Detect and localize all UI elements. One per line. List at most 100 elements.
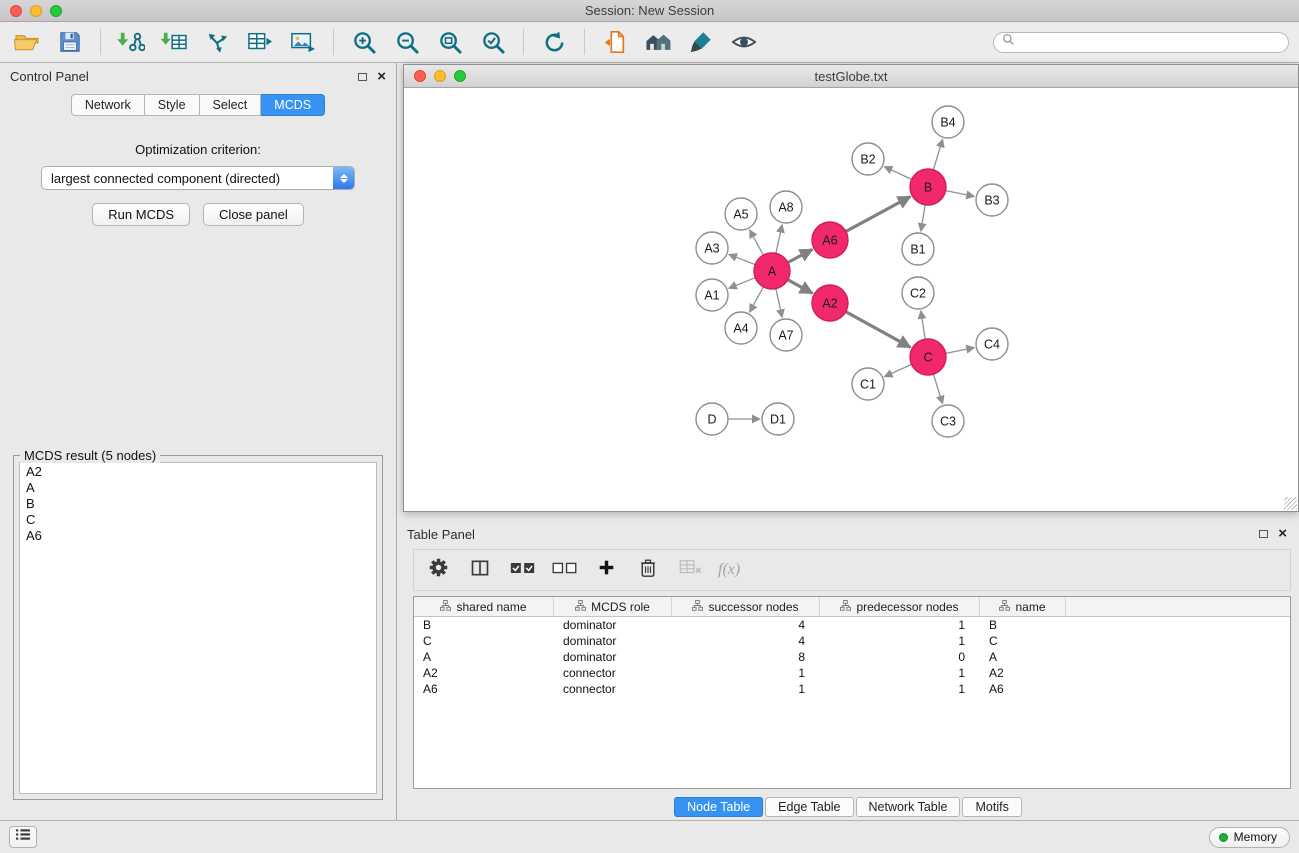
column-header-mcds-role[interactable]: MCDS role xyxy=(554,597,672,616)
eye-icon xyxy=(730,30,758,54)
network-graph[interactable]: B4B2BB3A5A8A6A3B1AC2A1A2A4A7C4CC1C3DD1 xyxy=(404,88,1298,510)
deselect-all-button[interactable] xyxy=(550,555,578,585)
edge-A-A8[interactable] xyxy=(776,225,782,254)
tab-style[interactable]: Style xyxy=(145,94,200,116)
edge-A-A4[interactable] xyxy=(750,287,764,312)
image-icon xyxy=(290,30,316,54)
column-header-predecessor-nodes[interactable]: predecessor nodes xyxy=(820,597,980,616)
result-item[interactable]: A2 xyxy=(26,464,370,480)
tab-select[interactable]: Select xyxy=(200,94,262,116)
tab-motifs[interactable]: Motifs xyxy=(962,797,1021,817)
tab-network[interactable]: Network xyxy=(71,94,145,116)
table-cell: 1 xyxy=(820,666,980,680)
table-row[interactable]: Adominator80A xyxy=(414,649,1290,665)
tab-node-table[interactable]: Node Table xyxy=(674,797,763,817)
delete-column-button[interactable] xyxy=(634,555,662,585)
horizontal-splitter[interactable] xyxy=(397,512,1299,521)
edge-C-C3[interactable] xyxy=(933,374,942,404)
node-label-D: D xyxy=(707,413,716,427)
trash-icon xyxy=(639,558,657,583)
edge-C-C4[interactable] xyxy=(946,348,975,354)
apply-layout-button[interactable] xyxy=(537,26,571,58)
import-network-file-button[interactable] xyxy=(114,26,148,58)
result-item[interactable]: A xyxy=(26,480,370,496)
table-cell: B xyxy=(414,618,554,632)
node-label-B4: B4 xyxy=(940,116,955,130)
edge-B-B4[interactable] xyxy=(933,139,942,170)
edge-A-A3[interactable] xyxy=(729,254,755,264)
search-input[interactable] xyxy=(1020,35,1280,49)
refresh-icon xyxy=(542,30,567,55)
network-canvas[interactable]: B4B2BB3A5A8A6A3B1AC2A1A2A4A7C4CC1C3DD1 xyxy=(404,88,1298,511)
export-document-button[interactable] xyxy=(598,26,632,58)
edge-A-A6[interactable] xyxy=(788,249,812,262)
close-panel-button[interactable]: Close panel xyxy=(203,203,304,226)
table-row[interactable]: Cdominator41C xyxy=(414,633,1290,649)
zoom-selected-button[interactable] xyxy=(476,26,510,58)
float-panel-icon[interactable] xyxy=(358,73,367,81)
edge-A6-B[interactable] xyxy=(846,197,911,232)
tab-mcds[interactable]: MCDS xyxy=(261,94,325,116)
close-panel-icon[interactable]: × xyxy=(377,72,386,82)
node-label-C4: C4 xyxy=(984,338,1000,352)
edge-A-A5[interactable] xyxy=(750,230,764,255)
toolbar-separator xyxy=(584,29,585,55)
table-cell: 1 xyxy=(672,666,820,680)
export-image-button[interactable] xyxy=(286,26,320,58)
edge-B-B3[interactable] xyxy=(946,191,975,197)
column-header-shared-name[interactable]: shared name xyxy=(414,597,554,616)
open-session-button[interactable] xyxy=(10,26,44,58)
table-cell: 4 xyxy=(672,634,820,648)
control-panel-header: Control Panel × xyxy=(0,63,396,90)
new-table-button[interactable] xyxy=(243,26,277,58)
table-cell: 1 xyxy=(672,682,820,696)
edge-B-B1[interactable] xyxy=(921,205,925,231)
add-column-button[interactable] xyxy=(592,555,620,585)
import-table-file-button[interactable] xyxy=(157,26,191,58)
run-mcds-button[interactable]: Run MCDS xyxy=(92,203,190,226)
show-columns-button[interactable] xyxy=(466,555,494,585)
result-item[interactable]: B xyxy=(26,496,370,512)
new-network-button[interactable] xyxy=(200,26,234,58)
tab-edge-table[interactable]: Edge Table xyxy=(765,797,853,817)
result-item[interactable]: C xyxy=(26,512,370,528)
table-panel: Table Panel × xyxy=(397,521,1299,820)
edge-C-C1[interactable] xyxy=(884,364,911,376)
table-row[interactable]: A6connector11A6 xyxy=(414,681,1290,697)
optimization-criterion-select[interactable]: largest connected component (directed) xyxy=(41,166,355,190)
resize-grip[interactable] xyxy=(1284,497,1297,510)
task-history-button[interactable] xyxy=(9,826,37,848)
column-settings-button[interactable] xyxy=(424,555,452,585)
memory-label: Memory xyxy=(1234,830,1277,844)
memory-button[interactable]: Memory xyxy=(1209,827,1290,848)
dropdown-stepper-icon xyxy=(333,167,354,189)
table-toolbar: f(x) xyxy=(413,549,1291,591)
select-all-button[interactable] xyxy=(508,555,536,585)
style-brush-button[interactable] xyxy=(684,26,718,58)
mcds-result-list[interactable]: A2ABCA6 xyxy=(19,462,377,794)
edge-A-A2[interactable] xyxy=(788,280,813,294)
tab-network-table[interactable]: Network Table xyxy=(856,797,961,817)
float-panel-icon[interactable] xyxy=(1259,530,1268,538)
close-panel-icon[interactable]: × xyxy=(1278,529,1287,539)
table-row[interactable]: A2connector11A2 xyxy=(414,665,1290,681)
node-label-C1: C1 xyxy=(860,378,876,392)
network-window-titlebar: testGlobe.txt xyxy=(404,65,1298,88)
save-session-button[interactable] xyxy=(53,26,87,58)
edge-A2-C[interactable] xyxy=(846,312,911,348)
show-graphics-button[interactable] xyxy=(727,26,761,58)
edge-A-A7[interactable] xyxy=(776,289,782,318)
zoom-in-button[interactable] xyxy=(347,26,381,58)
table-row[interactable]: Bdominator41B xyxy=(414,617,1290,633)
edge-C-C2[interactable] xyxy=(921,311,925,339)
edge-B-B2[interactable] xyxy=(884,167,911,180)
table-cell: connector xyxy=(554,666,672,680)
edge-A-A1[interactable] xyxy=(729,278,756,289)
zoom-fit-button[interactable] xyxy=(433,26,467,58)
result-item[interactable]: A6 xyxy=(26,528,370,544)
column-header-name[interactable]: name xyxy=(980,597,1066,616)
home-overview-button[interactable] xyxy=(641,26,675,58)
import-network-icon xyxy=(117,30,145,54)
zoom-out-button[interactable] xyxy=(390,26,424,58)
column-header-successor-nodes[interactable]: successor nodes xyxy=(672,597,820,616)
